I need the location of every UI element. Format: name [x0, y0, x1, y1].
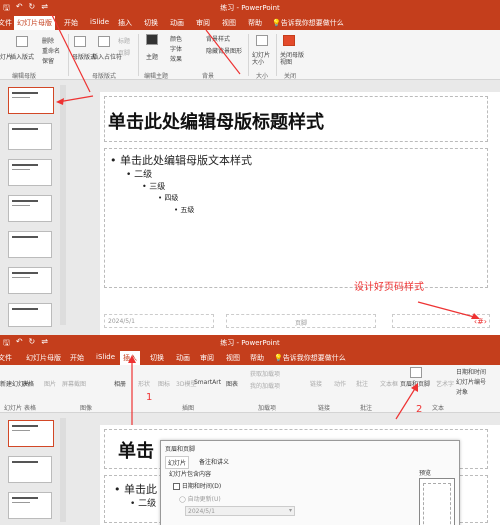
screenshot-slide-master: 🖫 ↶ ↻ ⇌ 练习 - PowerPoint 文件 幻灯片母版 开始 iSli…: [0, 0, 500, 335]
arrow-head: [411, 383, 418, 392]
arrow-head: [128, 355, 136, 363]
screenshot-insert-tab: 🖫 ↶ ↻ ⇌ 练习 - PowerPoint 文件 幻灯片母版 开始 iSli…: [0, 335, 500, 525]
annotation-arrows: [128, 355, 418, 425]
arrow-to-page-number: [417, 301, 479, 319]
annotation-arrows: [51, 14, 480, 319]
arrow-head: [56, 98, 64, 105]
arrow-to-header-footer: [395, 386, 417, 420]
arrow-to-background-group: [205, 29, 241, 75]
arrow-to-master-tab: [51, 14, 91, 93]
